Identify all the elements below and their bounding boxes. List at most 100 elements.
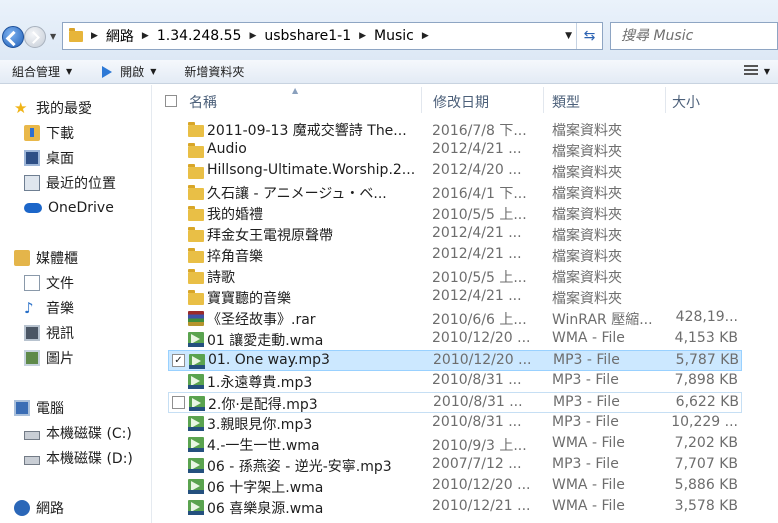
file-row[interactable]: 4.-一生一世.wma 2010/9/3 上... WMA - File 7,202 … bbox=[168, 434, 742, 455]
computer-icon bbox=[14, 400, 30, 416]
column-divider[interactable] bbox=[421, 87, 422, 113]
column-header-date[interactable]: 修改日期 bbox=[433, 92, 489, 112]
sidebar-network[interactable]: 網路 bbox=[14, 497, 64, 519]
address-dropdown-icon[interactable]: ▼ bbox=[565, 31, 572, 41]
select-all-checkbox[interactable] bbox=[165, 95, 177, 107]
chevron-down-icon: ▼ bbox=[66, 67, 73, 76]
media-file-icon bbox=[188, 500, 204, 515]
sidebar-item-label: 本機磁碟 (D:) bbox=[46, 451, 133, 467]
file-size: 6,622 KB bbox=[675, 394, 739, 410]
sidebar-libraries[interactable]: 媒體櫃 bbox=[14, 247, 78, 269]
crumb-host[interactable]: 1.34.248.55 bbox=[157, 28, 242, 44]
column-header-name[interactable]: 名稱 bbox=[189, 92, 217, 112]
file-type: 檔案資料夾 bbox=[552, 270, 622, 286]
column-header-row: ▲ 名稱 修改日期 類型 大小 bbox=[153, 85, 778, 115]
crumb-music[interactable]: Music bbox=[374, 28, 414, 44]
chevron-right-icon[interactable]: ▶ bbox=[142, 31, 149, 41]
media-file-icon bbox=[189, 396, 205, 411]
chevron-right-icon[interactable]: ▶ bbox=[422, 31, 429, 41]
file-row[interactable]: 2011-09-13 魔戒交響詩 The... 2016/7/8 下... 檔案資料… bbox=[168, 119, 742, 140]
history-dropdown-icon[interactable]: ▼ bbox=[50, 32, 56, 41]
file-modified-date: 2010/12/20 ... bbox=[432, 477, 531, 493]
chevron-right-icon[interactable]: ▶ bbox=[91, 31, 98, 41]
file-row[interactable]: Hillsong-Ultimate.Worship.2... 2012/4/20 … bbox=[168, 161, 742, 182]
crumb-share[interactable]: usbshare1-1 bbox=[264, 28, 351, 44]
folder-icon bbox=[188, 227, 204, 242]
file-row[interactable]: 寶寶聽的音樂 2012/4/21 ... 檔案資料夾 bbox=[168, 287, 742, 308]
sidebar-item-label: 視訊 bbox=[46, 326, 74, 342]
recent-places-icon bbox=[24, 175, 40, 191]
organize-button[interactable]: 組合管理 ▼ bbox=[6, 60, 78, 84]
row-checkbox[interactable]: ✓ bbox=[172, 354, 185, 367]
file-row[interactable]: 拜金女王電視原聲帶 2012/4/21 ... 檔案資料夾 bbox=[168, 224, 742, 245]
file-row[interactable]: 01 讓愛走動.wma 2010/12/20 ... WMA - File 4,153… bbox=[168, 329, 742, 350]
sidebar-favorites[interactable]: ★ 我的最愛 bbox=[14, 97, 92, 119]
folder-icon bbox=[188, 164, 204, 179]
chevron-right-icon[interactable]: ▶ bbox=[359, 31, 366, 41]
sidebar-item-music[interactable]: ♪ 音樂 bbox=[24, 297, 74, 319]
sidebar-item-pictures[interactable]: 圖片 bbox=[24, 347, 74, 369]
file-row[interactable]: 《圣经故事》.rar 2010/6/6 上... WinRAR 壓縮... 428,1… bbox=[168, 308, 742, 329]
column-divider[interactable] bbox=[543, 87, 544, 113]
chevron-right-icon[interactable]: ▶ bbox=[249, 31, 256, 41]
sidebar-item-videos[interactable]: 視訊 bbox=[24, 322, 74, 344]
file-row[interactable]: Audio 2012/4/21 ... 檔案資料夾 bbox=[168, 140, 742, 161]
sidebar-item-drive-d[interactable]: 本機磁碟 (D:) bbox=[24, 447, 133, 469]
refresh-icon[interactable]: ⇆ bbox=[576, 23, 602, 49]
file-type: 檔案資料夾 bbox=[552, 228, 622, 244]
file-row[interactable]: 3.親眼見你.mp3 2010/8/31 ... MP3 - File 10,229 … bbox=[168, 413, 742, 434]
file-name: 4.-一生一世.wma bbox=[207, 438, 320, 454]
file-type: MP3 - File bbox=[552, 372, 619, 388]
sidebar-item-label: 最近的位置 bbox=[46, 176, 116, 192]
address-box[interactable]: ▶ 網路 ▶ 1.34.248.55 ▶ usbshare1-1 ▶ Music… bbox=[62, 22, 603, 50]
file-type: MP3 - File bbox=[553, 352, 620, 368]
file-row[interactable]: 1.永遠尊貴.mp3 2010/8/31 ... MP3 - File 7,898 K… bbox=[168, 371, 742, 392]
archive-icon bbox=[188, 311, 204, 326]
search-box bbox=[610, 22, 778, 50]
forward-button[interactable] bbox=[24, 26, 46, 48]
file-modified-date: 2010/12/20 ... bbox=[433, 352, 532, 368]
file-row[interactable]: 久石讓 - アニメージュ・ベ... 2016/4/1 下... 檔案資料夾 bbox=[168, 182, 742, 203]
file-type: WMA - File bbox=[552, 477, 625, 493]
file-row[interactable]: 06 - 孫燕姿 - 逆光-安寧.mp3 2007/7/12 ... MP3 - F… bbox=[168, 455, 742, 476]
media-file-icon bbox=[188, 458, 204, 473]
file-modified-date: 2010/8/31 ... bbox=[432, 414, 522, 430]
back-button[interactable] bbox=[2, 26, 24, 48]
folder-icon bbox=[69, 27, 83, 42]
column-header-type[interactable]: 類型 bbox=[552, 92, 580, 112]
new-folder-button[interactable]: 新增資料夾 bbox=[178, 60, 250, 84]
file-row[interactable]: 2.你·是配得.mp3 2010/8/31 ... MP3 - File 6,622 … bbox=[168, 392, 742, 413]
open-button[interactable]: 開啟 ▼ bbox=[96, 60, 162, 84]
sidebar-item-onedrive[interactable]: OneDrive bbox=[24, 197, 114, 219]
file-size: 7,898 KB bbox=[674, 372, 738, 388]
row-checkbox[interactable] bbox=[172, 396, 185, 409]
file-row[interactable]: ✓ 01. One way.mp3 2010/12/20 ... MP3 - File… bbox=[168, 350, 742, 371]
sidebar-computer[interactable]: 電腦 bbox=[14, 397, 64, 419]
file-type: 檔案資料夾 bbox=[552, 123, 622, 139]
sidebar-item-documents[interactable]: 文件 bbox=[24, 272, 74, 294]
sidebar-item-downloads[interactable]: 下載 bbox=[24, 122, 74, 144]
column-divider[interactable] bbox=[665, 87, 666, 113]
search-input[interactable] bbox=[621, 28, 761, 44]
column-header-size[interactable]: 大小 bbox=[672, 92, 700, 112]
file-row[interactable]: 06 喜樂泉源.wma 2010/12/21 ... WMA - File 3,578… bbox=[168, 497, 742, 518]
address-bar-row: ▼ ▶ 網路 ▶ 1.34.248.55 ▶ usbshare1-1 ▶ Mus… bbox=[0, 0, 778, 60]
file-row[interactable]: 我的婚禮 2010/5/5 上... 檔案資料夾 bbox=[168, 203, 742, 224]
change-view-button[interactable]: ▼ bbox=[743, 65, 770, 77]
folder-icon bbox=[188, 185, 204, 200]
file-type: MP3 - File bbox=[553, 394, 620, 410]
crumb-network[interactable]: 網路 bbox=[106, 26, 134, 46]
sidebar-item-drive-c[interactable]: 本機磁碟 (C:) bbox=[24, 422, 132, 444]
downloads-icon bbox=[24, 125, 40, 141]
file-row[interactable]: 06 十字架上.wma 2010/12/20 ... WMA - File 5,886… bbox=[168, 476, 742, 497]
file-row[interactable]: 詩歌 2010/5/5 上... 檔案資料夾 bbox=[168, 266, 742, 287]
sidebar-item-label: OneDrive bbox=[48, 200, 114, 216]
sidebar-item-desktop[interactable]: 桌面 bbox=[24, 147, 74, 169]
file-modified-date: 2012/4/21 ... bbox=[432, 141, 522, 157]
file-name: 久石讓 - アニメージュ・ベ... bbox=[207, 186, 387, 202]
file-name: 06 喜樂泉源.wma bbox=[207, 501, 324, 517]
media-file-icon bbox=[188, 332, 204, 347]
file-name: 2011-09-13 魔戒交響詩 The... bbox=[207, 123, 407, 139]
file-row[interactable]: 捽角音樂 2012/4/21 ... 檔案資料夾 bbox=[168, 245, 742, 266]
sidebar-item-recent[interactable]: 最近的位置 bbox=[24, 172, 116, 194]
